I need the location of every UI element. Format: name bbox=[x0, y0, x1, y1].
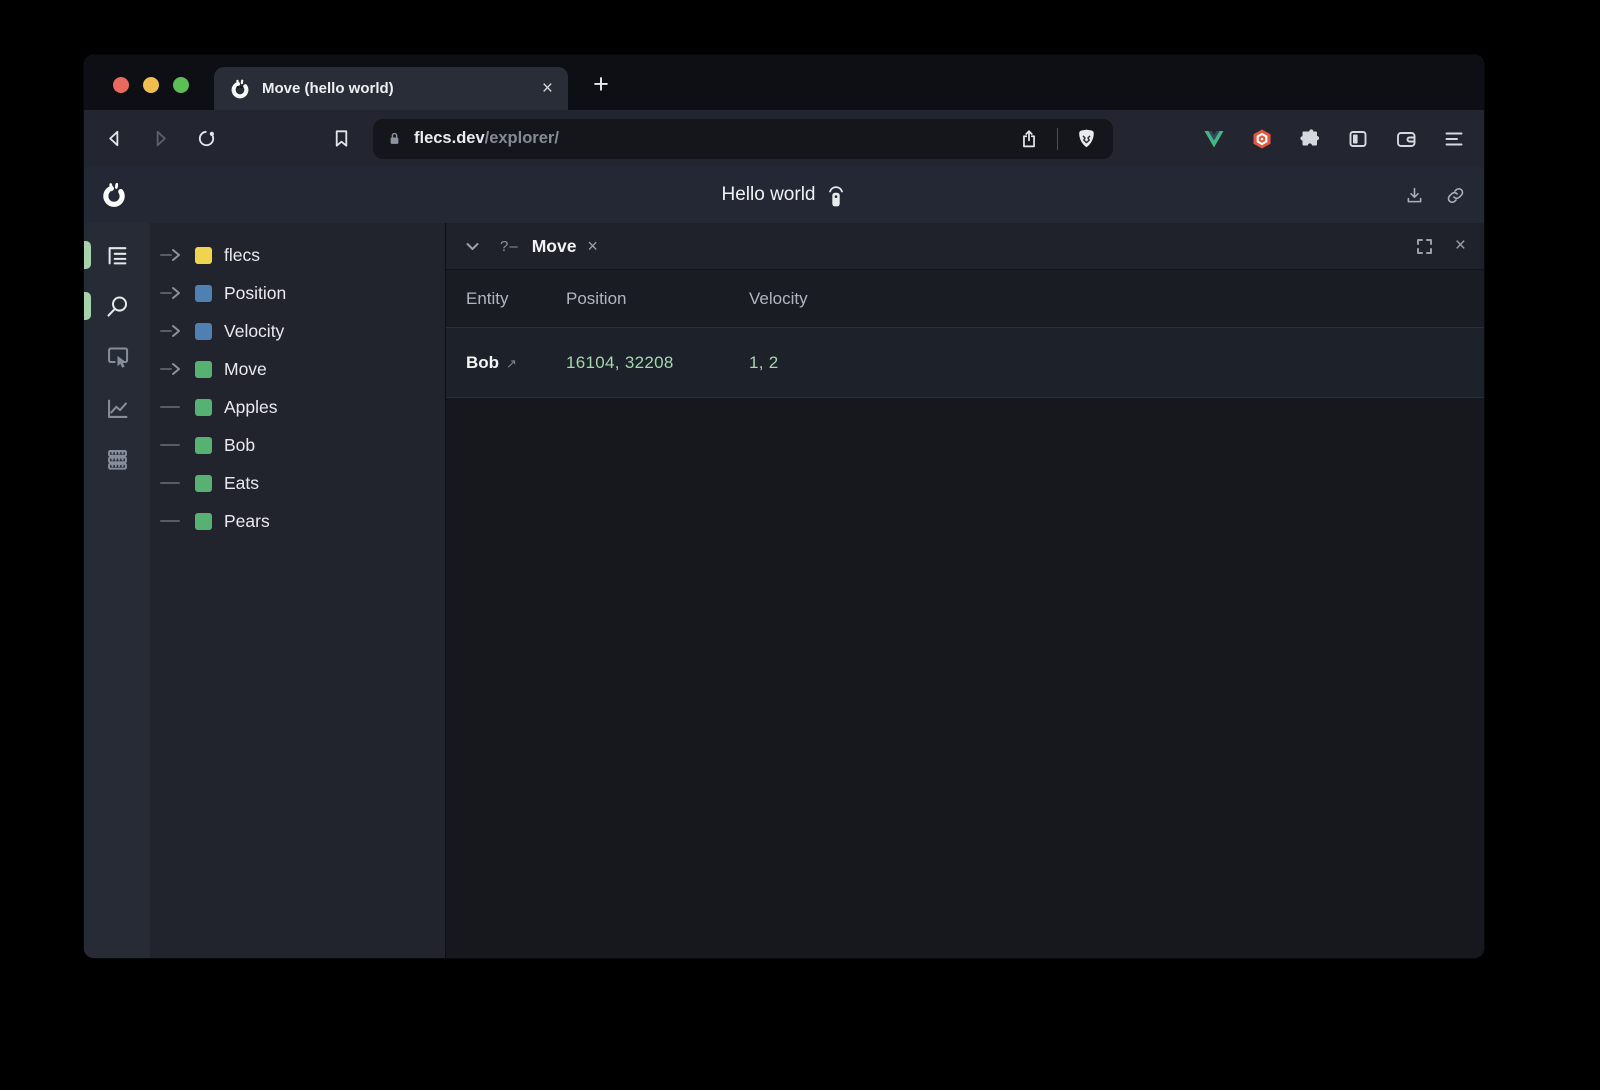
tab-strip: Move (hello world) × + bbox=[84, 55, 1484, 110]
window-controls bbox=[113, 77, 189, 93]
tree-item-label: Bob bbox=[224, 435, 255, 456]
query-results-empty-area bbox=[446, 398, 1484, 958]
expand-arrow-icon bbox=[159, 474, 195, 492]
tree-item[interactable]: Eats bbox=[159, 464, 445, 502]
sidebar-item-stats[interactable] bbox=[84, 437, 150, 481]
tree-item-label: Apples bbox=[224, 397, 278, 418]
app-header-actions bbox=[1404, 167, 1466, 223]
zoom-window-button[interactable] bbox=[173, 77, 189, 93]
query-title: Move bbox=[532, 236, 577, 257]
entity-kind-swatch bbox=[195, 513, 212, 530]
entity-link-arrow-icon[interactable]: ↗ bbox=[506, 356, 517, 372]
query-panel: ?– Move × × Entity Position Velocity Bob… bbox=[445, 223, 1484, 958]
entity-cell[interactable]: Bob ↗ bbox=[466, 353, 566, 373]
table-row[interactable]: Bob ↗ 16104, 32208 1, 2 bbox=[446, 328, 1484, 398]
tree-item[interactable]: Pears bbox=[159, 502, 445, 540]
share-icon[interactable] bbox=[1015, 125, 1043, 153]
query-glyph: ?– bbox=[500, 238, 519, 255]
extensions-puzzle-icon[interactable] bbox=[1296, 125, 1324, 153]
flecs-favicon-icon bbox=[229, 78, 251, 100]
wallet-icon[interactable] bbox=[1392, 125, 1420, 153]
new-tab-button[interactable]: + bbox=[588, 69, 614, 100]
app-header: Hello world bbox=[84, 167, 1484, 223]
sidebar-item-inspector[interactable] bbox=[84, 335, 150, 379]
sidebar-item-tree[interactable] bbox=[84, 233, 150, 277]
expand-arrow-icon[interactable] bbox=[159, 284, 195, 302]
tree-item[interactable]: flecs bbox=[159, 236, 445, 274]
tree-item[interactable]: Velocity bbox=[159, 312, 445, 350]
bookmark-icon[interactable] bbox=[327, 125, 355, 153]
expand-arrow-icon[interactable] bbox=[159, 322, 195, 340]
brave-shield-icon[interactable] bbox=[1072, 125, 1100, 153]
link-icon[interactable] bbox=[1445, 185, 1466, 206]
fullscreen-icon[interactable] bbox=[1416, 238, 1433, 255]
hexagon-extension-icon[interactable] bbox=[1248, 125, 1276, 153]
browser-window: Move (hello world) × + flecs.dev bbox=[84, 55, 1484, 958]
chevron-down-icon[interactable] bbox=[464, 238, 481, 255]
divider bbox=[1057, 128, 1058, 150]
query-close-icon[interactable]: × bbox=[587, 236, 598, 257]
entity-tree-panel: flecs Position Velocity bbox=[150, 223, 445, 958]
minimize-window-button[interactable] bbox=[143, 77, 159, 93]
entity-kind-swatch bbox=[195, 323, 212, 340]
column-header-entity[interactable]: Entity bbox=[466, 289, 566, 309]
browser-tab[interactable]: Move (hello world) × bbox=[214, 67, 568, 110]
expand-arrow-icon[interactable] bbox=[159, 246, 195, 264]
entity-kind-swatch bbox=[195, 437, 212, 454]
query-panel-header: ?– Move × × bbox=[446, 223, 1484, 270]
velocity-cell: 1, 2 bbox=[749, 353, 1484, 373]
entity-name[interactable]: Bob bbox=[466, 353, 499, 373]
entity-kind-swatch bbox=[195, 475, 212, 492]
tree-item-label: Velocity bbox=[224, 321, 284, 342]
position-cell: 16104, 32208 bbox=[566, 353, 749, 373]
flecs-logo-icon bbox=[100, 181, 128, 209]
lock-icon bbox=[386, 130, 403, 147]
remote-connection-icon bbox=[825, 184, 846, 208]
tree-item-label: flecs bbox=[224, 245, 260, 266]
reload-button[interactable] bbox=[192, 125, 220, 153]
column-header-position[interactable]: Position bbox=[566, 289, 749, 309]
sidebar-item-chart[interactable] bbox=[84, 386, 150, 430]
icon-sidebar bbox=[84, 223, 150, 958]
download-icon[interactable] bbox=[1404, 185, 1425, 206]
app-content: flecs Position Velocity bbox=[84, 223, 1484, 958]
entity-kind-swatch bbox=[195, 399, 212, 416]
tree-item-label: Eats bbox=[224, 473, 259, 494]
sidebar-panel-icon[interactable] bbox=[1344, 125, 1372, 153]
expand-arrow-icon bbox=[159, 436, 195, 454]
address-bar[interactable]: flecs.dev /explorer/ bbox=[373, 119, 1113, 159]
forward-button[interactable] bbox=[146, 125, 174, 153]
tree-item-label: Position bbox=[224, 283, 286, 304]
sidebar-item-search[interactable] bbox=[84, 284, 150, 328]
table-header-row: Entity Position Velocity bbox=[446, 270, 1484, 328]
tree-item[interactable]: Bob bbox=[159, 426, 445, 464]
menu-icon[interactable] bbox=[1440, 125, 1468, 153]
url-domain: flecs.dev bbox=[414, 129, 485, 148]
back-button[interactable] bbox=[100, 125, 128, 153]
close-window-button[interactable] bbox=[113, 77, 129, 93]
expand-arrow-icon bbox=[159, 398, 195, 416]
navigation-bar: flecs.dev /explorer/ bbox=[84, 110, 1484, 167]
vue-devtools-icon[interactable] bbox=[1200, 125, 1228, 153]
entity-kind-swatch bbox=[195, 247, 212, 264]
panel-close-icon[interactable]: × bbox=[1455, 235, 1466, 257]
tree-item-label: Pears bbox=[224, 511, 270, 532]
tree-item[interactable]: Apples bbox=[159, 388, 445, 426]
tree-item[interactable]: Position bbox=[159, 274, 445, 312]
expand-arrow-icon bbox=[159, 512, 195, 530]
expand-arrow-icon[interactable] bbox=[159, 360, 195, 378]
tab-close-icon[interactable]: × bbox=[542, 79, 553, 98]
app-title: Hello world bbox=[722, 184, 816, 206]
entity-kind-swatch bbox=[195, 361, 212, 378]
tab-title: Move (hello world) bbox=[262, 80, 542, 97]
tree-item-label: Move bbox=[224, 359, 267, 380]
app-title-group: Hello world bbox=[722, 167, 847, 223]
url-path: /explorer/ bbox=[485, 129, 559, 148]
entity-kind-swatch bbox=[195, 285, 212, 302]
column-header-velocity[interactable]: Velocity bbox=[749, 289, 1484, 309]
tree-item[interactable]: Move bbox=[159, 350, 445, 388]
